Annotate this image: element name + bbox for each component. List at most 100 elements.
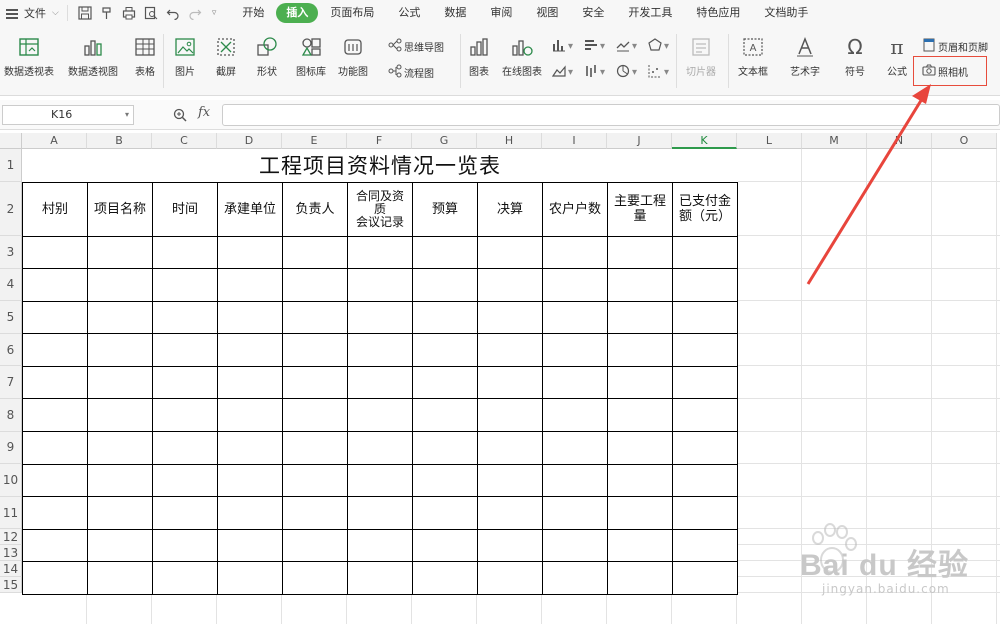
table-cell[interactable] — [282, 235, 348, 270]
table-cell[interactable] — [672, 365, 738, 400]
table-cell[interactable] — [542, 528, 608, 563]
chevron-down-icon[interactable]: ⌵ — [52, 8, 59, 18]
header-cell-contractor[interactable]: 承建单位 — [217, 181, 283, 237]
mind-map-button[interactable]: 思维导图 — [388, 38, 444, 55]
header-cell-project-name[interactable]: 项目名称 — [87, 181, 153, 237]
row-header[interactable]: 14 — [0, 561, 22, 578]
table-cell[interactable] — [672, 561, 738, 596]
print-preview-icon[interactable] — [142, 4, 160, 22]
zoom-icon[interactable] — [172, 107, 188, 123]
table-cell[interactable] — [152, 333, 218, 367]
table-cell[interactable] — [22, 300, 88, 335]
stock-chart-dropdown[interactable]: ▾ — [584, 64, 605, 81]
function-chart-button[interactable]: 功能图 — [338, 34, 368, 78]
table-cell[interactable] — [412, 398, 478, 433]
table-cell[interactable] — [672, 463, 738, 498]
table-cell[interactable] — [217, 431, 283, 465]
row-header[interactable]: 6 — [0, 333, 22, 367]
table-cell[interactable] — [542, 463, 608, 498]
table-cell[interactable] — [477, 496, 543, 530]
table-cell[interactable] — [217, 300, 283, 335]
table-cell[interactable] — [477, 268, 543, 302]
table-cell[interactable] — [87, 463, 153, 498]
tab-data[interactable]: 数据 — [432, 3, 478, 23]
menu-icon[interactable] — [6, 8, 20, 19]
column-header[interactable]: G — [412, 133, 477, 149]
table-cell[interactable] — [477, 365, 543, 400]
table-title[interactable]: 工程项目资料情况一览表 — [22, 149, 738, 183]
table-cell[interactable] — [152, 561, 218, 596]
select-all-corner[interactable] — [0, 133, 22, 149]
header-cell-village[interactable]: 村别 — [22, 181, 88, 237]
column-header[interactable]: K — [672, 133, 737, 149]
table-cell[interactable] — [282, 496, 348, 530]
table-cell[interactable] — [217, 561, 283, 596]
tab-special-features[interactable]: 特色应用 — [684, 3, 752, 23]
row-header[interactable]: 1 — [0, 149, 22, 182]
header-footer-button[interactable]: 页眉和页脚 — [922, 38, 988, 55]
table-cell[interactable] — [152, 398, 218, 433]
area-chart-dropdown[interactable]: ▾ — [551, 64, 573, 81]
table-cell[interactable] — [477, 431, 543, 465]
table-cell[interactable] — [22, 528, 88, 563]
table-cell[interactable] — [477, 300, 543, 335]
table-cell[interactable] — [672, 496, 738, 530]
tab-security[interactable]: 安全 — [570, 3, 616, 23]
table-cell[interactable] — [412, 365, 478, 400]
table-cell[interactable] — [87, 398, 153, 433]
row-header[interactable]: 8 — [0, 399, 22, 432]
table-cell[interactable] — [282, 300, 348, 335]
table-cell[interactable] — [87, 496, 153, 530]
table-cell[interactable] — [412, 431, 478, 465]
undo-icon[interactable] — [164, 4, 182, 22]
row-header[interactable]: 10 — [0, 464, 22, 497]
row-header[interactable]: 2 — [0, 182, 22, 236]
column-header[interactable]: B — [87, 133, 152, 149]
table-cell[interactable] — [22, 463, 88, 498]
table-cell[interactable] — [672, 431, 738, 465]
row-header[interactable]: 12 — [0, 529, 22, 546]
file-menu[interactable]: 文件 — [24, 5, 46, 21]
table-cell[interactable] — [607, 496, 673, 530]
chart-button[interactable]: 图表 — [466, 34, 492, 78]
tab-developer[interactable]: 开发工具 — [616, 3, 684, 23]
table-cell[interactable] — [412, 268, 478, 302]
table-cell[interactable] — [87, 300, 153, 335]
row-header[interactable]: 11 — [0, 496, 22, 530]
line-chart-dropdown[interactable]: ▾ — [616, 38, 637, 55]
table-cell[interactable] — [477, 333, 543, 367]
table-cell[interactable] — [477, 528, 543, 563]
table-cell[interactable] — [217, 365, 283, 400]
shapes-button[interactable]: 形状 — [254, 34, 280, 78]
tab-home[interactable]: 开始 — [230, 3, 276, 23]
row-header[interactable]: 3 — [0, 236, 22, 269]
table-cell[interactable] — [152, 463, 218, 498]
column-header[interactable]: C — [152, 133, 217, 149]
other-chart-dropdown[interactable]: ▾ — [648, 38, 669, 55]
header-cell-contract-meeting[interactable]: 合同及资 质 会议记录 — [347, 181, 413, 237]
table-cell[interactable] — [672, 268, 738, 302]
row-header[interactable]: 13 — [0, 545, 22, 562]
column-header[interactable]: H — [477, 133, 542, 149]
tab-insert[interactable]: 插入 — [276, 3, 319, 23]
bar-chart-dropdown[interactable]: ▾ — [584, 38, 605, 55]
table-cell[interactable] — [87, 235, 153, 270]
table-cell[interactable] — [347, 235, 413, 270]
table-cell[interactable] — [217, 235, 283, 270]
screenshot-button[interactable]: 截屏 — [213, 34, 239, 78]
table-cell[interactable] — [152, 496, 218, 530]
picture-button[interactable]: 图片 — [172, 34, 198, 78]
online-chart-button[interactable]: 在线图表 — [502, 34, 542, 78]
table-cell[interactable] — [87, 268, 153, 302]
textbox-button[interactable]: A 文本框 — [738, 34, 768, 78]
column-header[interactable]: A — [22, 133, 87, 149]
table-cell[interactable] — [542, 333, 608, 367]
column-header[interactable]: F — [347, 133, 412, 149]
quick-access-dropdown-icon[interactable]: ▿ — [212, 8, 217, 18]
formula-button[interactable]: π 公式 — [884, 34, 910, 78]
wordart-button[interactable]: 艺术字 — [790, 34, 820, 78]
table-cell[interactable] — [412, 463, 478, 498]
table-cell[interactable] — [347, 561, 413, 596]
header-cell-main-workload[interactable]: 主要工程量 — [607, 181, 673, 237]
column-header[interactable]: O — [932, 133, 997, 149]
